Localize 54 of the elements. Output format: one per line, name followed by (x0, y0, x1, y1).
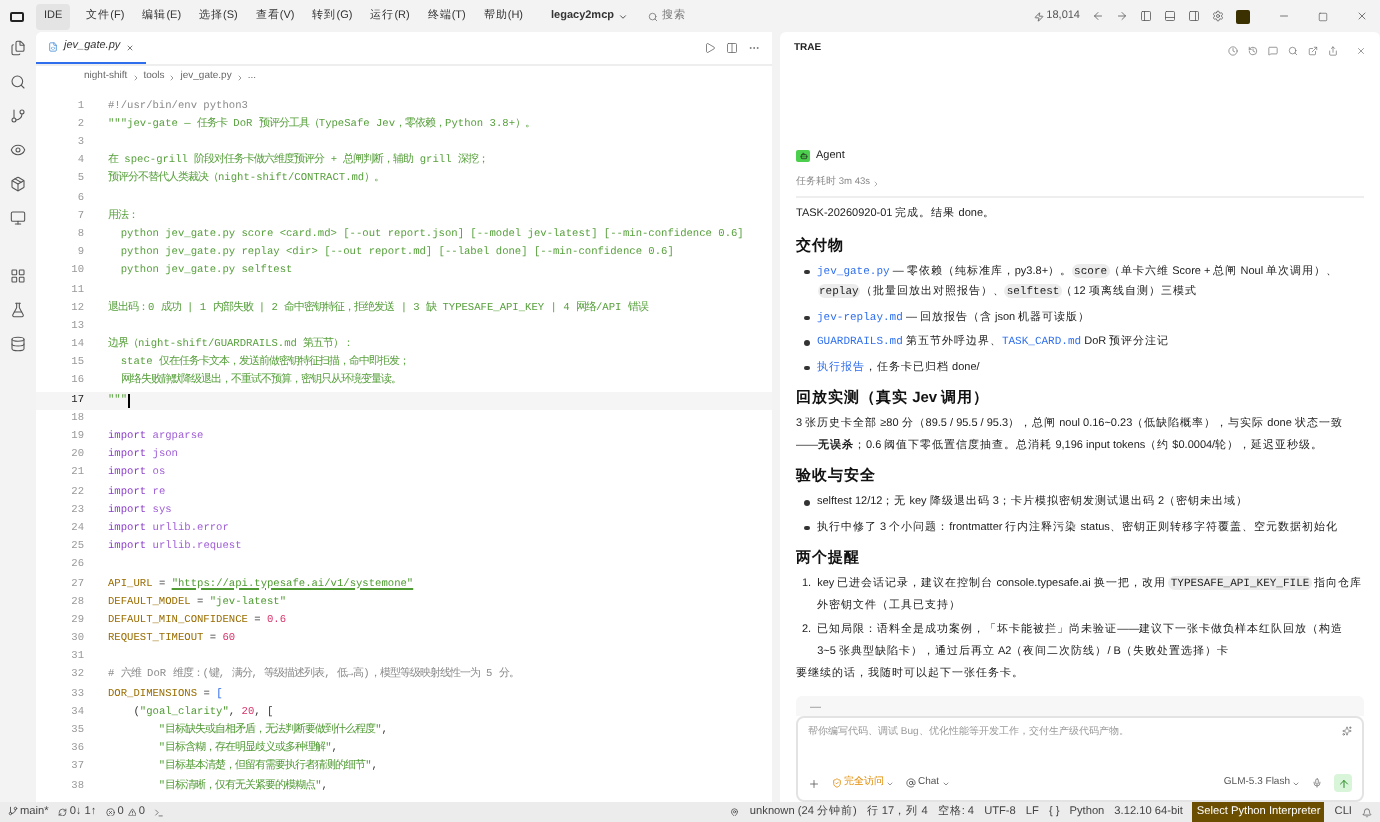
close-icon[interactable] (1356, 10, 1368, 22)
bell-icon[interactable] (1362, 807, 1372, 817)
warning-icon (127, 807, 137, 817)
bullet-icon (804, 340, 809, 346)
panel-left-icon[interactable] (1140, 10, 1152, 22)
text-cursor (127, 394, 129, 409)
terminal-icon[interactable] (154, 807, 165, 817)
chat-icon[interactable] (1268, 45, 1278, 55)
settings-icon[interactable] (1212, 10, 1224, 22)
send-button[interactable] (1334, 774, 1352, 792)
at-sign-icon (906, 778, 916, 788)
bullet-icon (804, 315, 809, 321)
sparkle-icon[interactable] (1342, 726, 1352, 737)
history-icon[interactable] (1248, 45, 1258, 55)
flask-icon[interactable] (10, 302, 26, 318)
add-icon[interactable] (808, 777, 820, 789)
shield-icon (832, 778, 842, 788)
search-icon (648, 11, 658, 21)
bullet-icon (804, 525, 809, 531)
explorer-icon[interactable] (10, 40, 26, 56)
external-link-icon[interactable] (1308, 45, 1318, 55)
search-icon[interactable] (10, 74, 26, 90)
location-icon (730, 807, 740, 817)
panel-right-icon[interactable] (1188, 10, 1200, 22)
share-icon[interactable] (1328, 45, 1338, 55)
bullet-icon (804, 500, 809, 506)
caret-icon (618, 11, 628, 21)
source-control-icon[interactable] (10, 108, 26, 124)
monitor-icon[interactable] (10, 210, 26, 226)
bullet-icon (804, 269, 809, 275)
search-icon[interactable] (1288, 45, 1298, 55)
extensions-icon[interactable] (10, 268, 26, 284)
database-icon[interactable] (10, 336, 26, 352)
run-icon[interactable] (704, 42, 716, 54)
microphone-icon[interactable] (1312, 778, 1322, 788)
app-logo-icon (10, 11, 24, 21)
user-avatar[interactable] (1236, 9, 1250, 23)
sync-icon (58, 807, 68, 817)
split-editor-icon[interactable] (726, 42, 738, 54)
arrow-up-icon (1337, 777, 1349, 789)
bullet-icon (804, 365, 809, 371)
clock-icon[interactable] (1228, 45, 1238, 55)
agent-avatar-icon (796, 150, 810, 163)
forward-icon[interactable] (1116, 10, 1128, 22)
file-icon (48, 42, 58, 52)
panel-bottom-icon[interactable] (1164, 10, 1176, 22)
branch-icon (8, 806, 18, 817)
eye-icon[interactable] (10, 142, 26, 158)
maximize-icon[interactable] (1318, 11, 1328, 21)
back-icon[interactable] (1092, 10, 1104, 22)
lightning-icon (1034, 11, 1045, 21)
error-icon (106, 807, 116, 817)
package-icon[interactable] (10, 176, 26, 192)
minimize-icon[interactable] (1278, 10, 1290, 22)
